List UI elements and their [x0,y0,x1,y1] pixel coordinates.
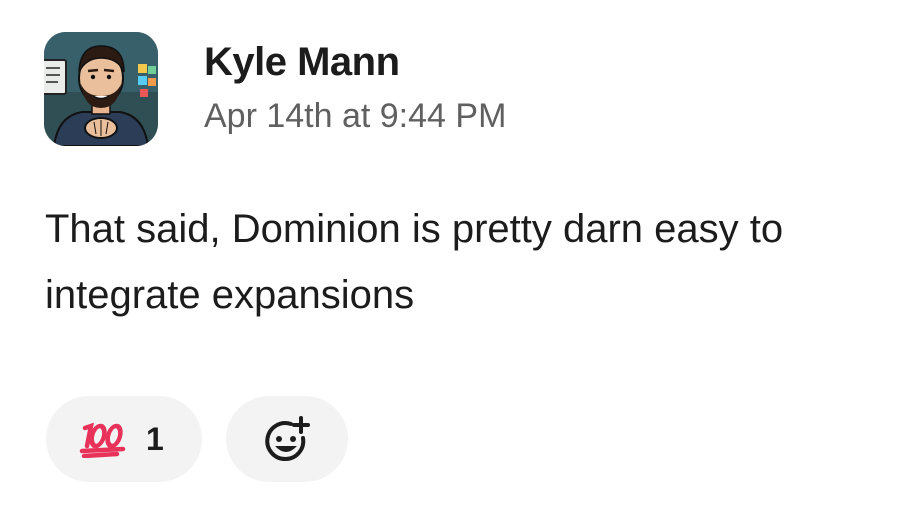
avatar-illustration [44,32,158,146]
add-reaction-button[interactable] [226,396,348,482]
message-item: Kyle Mann Apr 14th at 9:44 PM That said,… [0,0,907,511]
add-reaction-icon [265,416,310,462]
user-avatar[interactable] [44,32,158,146]
reaction-100[interactable]: 1 [46,396,202,482]
hundred-points-icon [79,422,126,458]
message-timestamp[interactable]: Apr 14th at 9:44 PM [204,94,506,138]
reaction-count: 1 [146,421,164,457]
message-author[interactable]: Kyle Mann [204,38,400,86]
message-text: That said, Dominion is pretty darn easy … [45,207,784,317]
